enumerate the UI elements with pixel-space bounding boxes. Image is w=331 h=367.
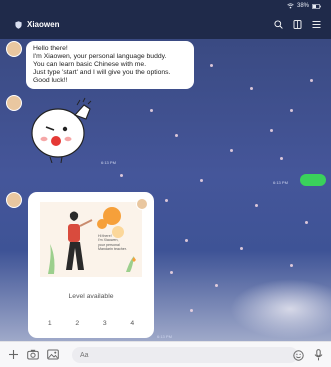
status-icons: 38% — [287, 3, 321, 9]
shield-icon — [15, 20, 22, 29]
chat-area[interactable]: Hello there! I'm Xiaowen, your personal … — [0, 39, 331, 341]
card-illustration: Hi there! I'm Xiaowen, your personal Man… — [40, 202, 142, 277]
status-bar: 38% — [0, 0, 331, 13]
message-timestamp: 6:13 PM — [157, 334, 172, 339]
camera-icon[interactable] — [27, 349, 39, 360]
battery-text: 38% — [296, 3, 309, 9]
message-line: Hello there! — [33, 45, 68, 52]
outgoing-message-bubble — [300, 174, 326, 186]
chat-title-group[interactable]: Xiaowen — [15, 20, 59, 29]
message-input[interactable] — [72, 347, 298, 363]
input-right-actions — [293, 349, 323, 361]
message-line: I'm Xiaowen, your personal language budd… — [33, 53, 167, 60]
search-icon[interactable] — [274, 20, 283, 29]
card-avatar — [136, 198, 148, 210]
message-line: Just type 'start' and I will give you th… — [33, 69, 171, 76]
message-line: Good luck!! — [33, 77, 68, 84]
bot-avatar[interactable] — [6, 95, 22, 111]
image-icon[interactable] — [47, 349, 59, 360]
illustration-caption: Hi there! I'm Xiaowen, your personal Man… — [98, 234, 127, 252]
message-input-bar — [0, 341, 331, 367]
level-label: Level available — [68, 293, 114, 300]
bot-avatar[interactable] — [6, 192, 22, 208]
message-line: You can learn basic Chinese with me. — [33, 61, 147, 68]
background-cloud — [230, 279, 331, 339]
sticker-image — [28, 97, 98, 163]
level-option-1[interactable]: 1 — [48, 320, 52, 327]
level-card: Hi there! I'm Xiaowen, your personal Man… — [28, 192, 154, 338]
plus-icon[interactable] — [8, 349, 19, 360]
bot-avatar[interactable] — [6, 41, 22, 57]
chat-header: Xiaowen — [0, 13, 331, 39]
menu-icon[interactable] — [312, 20, 321, 29]
microphone-icon[interactable] — [314, 349, 323, 361]
level-option-2[interactable]: 2 — [75, 320, 79, 327]
level-options: 1 2 3 4 — [28, 320, 154, 327]
input-left-actions — [8, 349, 59, 360]
notes-icon[interactable] — [293, 20, 302, 29]
level-option-3[interactable]: 3 — [103, 320, 107, 327]
emoji-icon[interactable] — [293, 349, 304, 361]
chat-title: Xiaowen — [27, 20, 60, 29]
message-timestamp: 6:13 PM — [273, 180, 288, 185]
level-option-4[interactable]: 4 — [130, 320, 134, 327]
wifi-icon — [287, 3, 294, 9]
greeting-bubble: Hello there! I'm Xiaowen, your personal … — [26, 41, 194, 89]
message-timestamp: 6:13 PM — [101, 160, 116, 165]
battery-icon — [312, 3, 321, 9]
header-actions — [274, 20, 321, 29]
